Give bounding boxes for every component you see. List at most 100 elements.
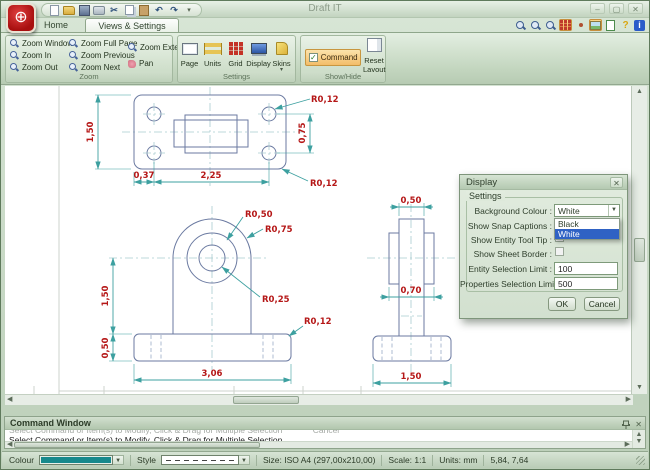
command-window-toggle[interactable]: ✓ Command	[305, 49, 361, 66]
combo-dropdown-arrow[interactable]: ▼	[608, 205, 619, 216]
tab-home[interactable]: Home	[31, 18, 81, 32]
properties-limit-label: Properties Selection Limit :	[460, 279, 552, 289]
vertical-scrollbar[interactable]: ▲ ▼	[631, 86, 647, 394]
document-icon[interactable]	[604, 19, 617, 31]
units-indicator: Units: mm	[439, 455, 477, 465]
scroll-up-icon[interactable]: ▲	[632, 87, 647, 97]
current-colour-swatch[interactable]	[39, 455, 113, 465]
sheet-size: Size: ISO A4 (297,00x210,00)	[263, 455, 375, 465]
dim-boss-width: 0,70	[401, 286, 422, 296]
entity-limit-input[interactable]	[554, 262, 618, 275]
ribbon-tab-row: Home Views & Settings ? i	[1, 18, 649, 32]
dim-side-top-width: 0,50	[401, 196, 422, 206]
reset-layout-button[interactable]: Reset Layout	[363, 38, 385, 74]
style-label: Style	[137, 455, 156, 465]
command-vscroll[interactable]: ▲ ▼	[632, 430, 645, 448]
resize-grip[interactable]	[636, 456, 645, 465]
style-dropdown-arrow[interactable]: ▼	[239, 455, 250, 465]
vertical-scroll-thumb[interactable]	[634, 238, 645, 262]
snap-dot-icon[interactable]	[574, 19, 587, 31]
cancel-button[interactable]: Cancel	[584, 297, 620, 311]
magnifier-icon	[69, 39, 78, 48]
display-dialog: Display ✕ Settings Background Colour : W…	[459, 174, 628, 319]
sheet-border-checkbox[interactable]	[555, 247, 564, 256]
draftit-logo-icon: ⊕	[14, 10, 27, 26]
zoom-window-button[interactable]: Zoom Window	[10, 39, 73, 48]
command-window-header[interactable]: Command Window ✕	[5, 417, 645, 430]
command-scroll-thumb[interactable]	[14, 442, 260, 448]
pin-icon[interactable]	[622, 420, 630, 430]
scale-indicator: Scale: 1:1	[388, 455, 426, 465]
scroll-right-icon[interactable]: ▶	[625, 440, 630, 450]
dim-top-height: 1,50	[86, 121, 96, 142]
radius-label: R0,12	[304, 317, 332, 327]
side-view: 0,50 0,70 1,50	[367, 196, 455, 387]
command-window-title: Command Window	[10, 418, 91, 428]
info-icon[interactable]: i	[634, 20, 645, 31]
grid-icon	[229, 42, 243, 55]
background-colour-dropdown: Black White	[554, 218, 620, 240]
scroll-left-icon[interactable]: ◀	[7, 440, 12, 450]
background-colour-select[interactable]: White ▼	[554, 204, 620, 217]
scroll-right-icon[interactable]: ▶	[626, 395, 631, 405]
option-white[interactable]: White	[555, 229, 619, 239]
dim-hole-spacing-h: 2,25	[201, 171, 222, 181]
ok-button[interactable]: OK	[548, 297, 576, 311]
group-caption-settings: Settings	[178, 72, 295, 82]
snap-captions-label: Show Snap Captions :	[460, 221, 552, 231]
ribbon: Zoom Window Zoom In Zoom Out Zoom Full P…	[1, 32, 649, 85]
dim-front-height: 1,50	[101, 285, 111, 306]
dim-side-base-width: 1,50	[401, 372, 422, 382]
colour-label: Colour	[9, 455, 34, 465]
reset-layout-icon	[367, 38, 382, 52]
dim-base-width: 3,06	[202, 369, 223, 379]
help-icon[interactable]: ?	[619, 19, 632, 31]
page-icon	[182, 43, 198, 55]
dim-base-height: 0,50	[101, 337, 111, 358]
grid-toggle-icon[interactable]	[559, 19, 572, 31]
dialog-close-icon[interactable]: ✕	[610, 177, 623, 188]
colour-dropdown-arrow[interactable]: ▼	[113, 455, 124, 465]
zoom-out-icon[interactable]	[529, 19, 542, 31]
scroll-left-icon[interactable]: ◀	[7, 395, 12, 405]
group-caption-showhide: Show/Hide	[301, 72, 385, 82]
style-selector[interactable]: ▼	[161, 455, 250, 465]
zoom-out-button[interactable]: Zoom Out	[10, 63, 73, 72]
zoom-window-icon[interactable]	[514, 19, 527, 31]
radius-label: R0,12	[311, 95, 339, 105]
title-bar: ✂ ↶ ↷ ▾ Draft IT – ▢ ✕	[1, 1, 649, 18]
command-hscroll[interactable]: ◀ ▶	[5, 441, 632, 448]
properties-limit-input[interactable]	[554, 277, 618, 290]
colour-selector[interactable]: ▼	[39, 455, 124, 465]
zoom-in-button[interactable]: Zoom In	[10, 51, 73, 60]
groupbox-caption: Settings	[466, 191, 505, 201]
app-menu-button[interactable]: ⊕	[6, 3, 36, 33]
pan-hand-icon	[128, 60, 136, 68]
zoom-in-icon[interactable]	[544, 19, 557, 31]
group-caption-zoom: Zoom	[6, 72, 172, 82]
checkbox-checked-icon: ✓	[309, 53, 318, 62]
magnifier-icon	[10, 51, 19, 60]
horizontal-scroll-thumb[interactable]	[233, 396, 299, 404]
dim-hole-offset: 0,37	[134, 171, 155, 181]
current-line-style[interactable]	[161, 455, 239, 465]
image-export-icon[interactable]	[589, 19, 602, 31]
magnifier-icon	[10, 63, 19, 72]
ribbon-group-zoom: Zoom Window Zoom In Zoom Out Zoom Full P…	[5, 35, 173, 83]
close-button[interactable]: ✕	[628, 3, 643, 14]
scroll-down-icon[interactable]: ▼	[632, 383, 647, 393]
window-controls: – ▢ ✕	[590, 3, 643, 14]
radius-label: R0,75	[265, 225, 293, 235]
tab-views-settings[interactable]: Views & Settings	[85, 18, 179, 32]
ruler-icon	[204, 43, 222, 55]
magnifier-icon	[128, 43, 137, 52]
command-window: Command Window ✕ Select Command or Item(…	[4, 416, 646, 449]
radius-label: R0,50	[245, 210, 273, 220]
scroll-down-icon[interactable]: ▼	[633, 437, 645, 447]
horizontal-scrollbar[interactable]: ◀ ▶	[5, 394, 633, 405]
maximize-button[interactable]: ▢	[609, 3, 624, 14]
skins-icon	[276, 42, 288, 55]
minimize-button[interactable]: –	[590, 3, 605, 14]
option-black[interactable]: Black	[555, 219, 619, 229]
entity-limit-label: Entity Selection Limit :	[460, 264, 552, 274]
